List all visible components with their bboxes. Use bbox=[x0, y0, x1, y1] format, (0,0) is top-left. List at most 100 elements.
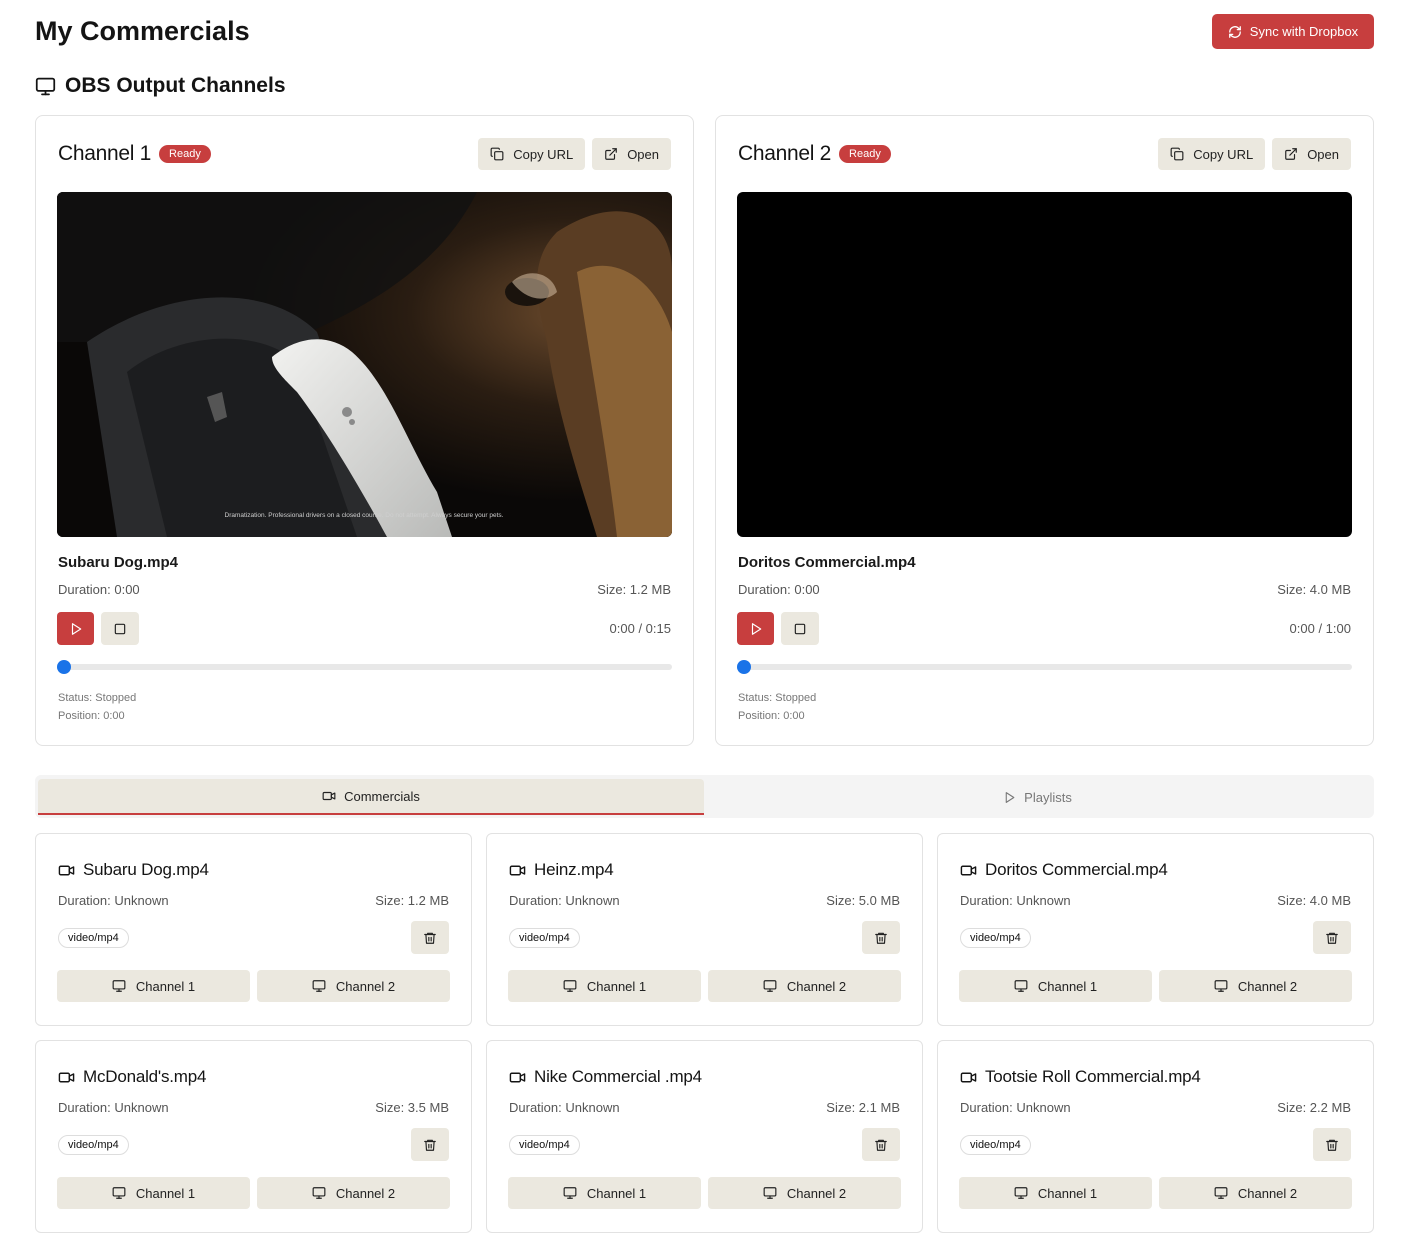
play-button[interactable] bbox=[737, 612, 774, 645]
video-preview[interactable] bbox=[737, 192, 1352, 537]
assign-label: Channel 2 bbox=[335, 978, 396, 994]
assign-channel-2-button[interactable]: Channel 2 bbox=[708, 970, 901, 1002]
assign-label: Channel 2 bbox=[786, 1185, 847, 1201]
delete-button[interactable] bbox=[1313, 1128, 1351, 1161]
seek-thumb[interactable] bbox=[737, 660, 751, 674]
monitor-icon bbox=[312, 979, 326, 993]
monitor-icon bbox=[763, 979, 777, 993]
assign-channel-1-button[interactable]: Channel 1 bbox=[959, 1177, 1152, 1209]
assign-channel-2-button[interactable]: Channel 2 bbox=[257, 1177, 450, 1209]
stop-button[interactable] bbox=[101, 612, 139, 645]
seek-slider[interactable] bbox=[737, 660, 1352, 674]
assign-label: Channel 2 bbox=[1237, 1185, 1298, 1201]
open-label: Open bbox=[1307, 146, 1339, 162]
assign-label: Channel 1 bbox=[586, 1185, 647, 1201]
assign-channel-1-button[interactable]: Channel 1 bbox=[959, 970, 1152, 1002]
monitor-icon bbox=[1014, 979, 1028, 993]
stop-button[interactable] bbox=[781, 612, 819, 645]
commercial-size: Size: 2.2 MB bbox=[1277, 1100, 1351, 1115]
assign-channel-1-button[interactable]: Channel 1 bbox=[57, 970, 250, 1002]
assign-label: Channel 2 bbox=[335, 1185, 396, 1201]
monitor-icon bbox=[563, 1186, 577, 1200]
mime-badge: video/mp4 bbox=[58, 928, 129, 948]
copy-icon bbox=[490, 147, 504, 161]
assign-channel-2-button[interactable]: Channel 2 bbox=[1159, 1177, 1352, 1209]
external-link-icon bbox=[1284, 147, 1298, 161]
commercial-size: Size: 1.2 MB bbox=[375, 893, 449, 908]
video-camera-icon bbox=[960, 862, 977, 879]
trash-icon bbox=[874, 931, 888, 945]
commercial-duration: Duration: Unknown bbox=[509, 893, 620, 908]
play-button[interactable] bbox=[57, 612, 94, 645]
commercial-duration: Duration: Unknown bbox=[960, 1100, 1071, 1115]
commercial-title: Heinz.mp4 bbox=[534, 860, 614, 879]
commercial-size: Size: 5.0 MB bbox=[826, 893, 900, 908]
duration-text: Duration: 0:00 bbox=[738, 582, 820, 597]
assign-channel-1-button[interactable]: Channel 1 bbox=[508, 970, 701, 1002]
sync-dropbox-label: Sync with Dropbox bbox=[1249, 24, 1359, 39]
copy-url-button[interactable]: Copy URL bbox=[1158, 138, 1266, 170]
assign-channel-2-button[interactable]: Channel 2 bbox=[1159, 970, 1352, 1002]
copy-url-button[interactable]: Copy URL bbox=[478, 138, 586, 170]
assign-label: Channel 2 bbox=[786, 978, 847, 994]
trash-icon bbox=[1325, 931, 1339, 945]
status-text: Status: Stopped bbox=[58, 692, 137, 704]
delete-button[interactable] bbox=[1313, 921, 1351, 954]
position-text: Position: 0:00 bbox=[58, 710, 125, 722]
tab-commercials[interactable]: Commercials bbox=[38, 779, 704, 815]
status-text: Status: Stopped bbox=[738, 692, 817, 704]
stop-icon bbox=[793, 622, 807, 636]
commercial-size: Size: 3.5 MB bbox=[375, 1100, 449, 1115]
trash-icon bbox=[1325, 1138, 1339, 1152]
monitor-icon bbox=[1214, 979, 1228, 993]
commercial-title: Subaru Dog.mp4 bbox=[83, 860, 209, 879]
copy-icon bbox=[1170, 147, 1184, 161]
channel-name: Channel 2 bbox=[738, 142, 832, 165]
delete-button[interactable] bbox=[862, 1128, 900, 1161]
video-camera-icon bbox=[322, 789, 336, 803]
commercial-title: Tootsie Roll Commercial.mp4 bbox=[985, 1067, 1201, 1086]
trash-icon bbox=[423, 931, 437, 945]
assign-label: Channel 1 bbox=[586, 978, 647, 994]
seek-slider[interactable] bbox=[57, 660, 672, 674]
assign-channel-2-button[interactable]: Channel 2 bbox=[708, 1177, 901, 1209]
sync-dropbox-button[interactable]: Sync with Dropbox bbox=[1212, 14, 1374, 49]
commercial-duration: Duration: Unknown bbox=[509, 1100, 620, 1115]
channel-name: Channel 1 bbox=[58, 142, 152, 165]
mime-badge: video/mp4 bbox=[509, 928, 580, 948]
monitor-icon bbox=[1214, 1186, 1228, 1200]
assign-channel-2-button[interactable]: Channel 2 bbox=[257, 970, 450, 1002]
monitor-icon bbox=[563, 979, 577, 993]
open-button[interactable]: Open bbox=[592, 138, 671, 170]
mime-badge: video/mp4 bbox=[509, 1135, 580, 1155]
commercial-title: Doritos Commercial.mp4 bbox=[985, 860, 1168, 879]
tab-label: Commercials bbox=[344, 788, 420, 804]
delete-button[interactable] bbox=[411, 1128, 449, 1161]
monitor-icon bbox=[35, 76, 56, 97]
current-file-name: Doritos Commercial.mp4 bbox=[738, 554, 916, 571]
stop-icon bbox=[113, 622, 127, 636]
delete-button[interactable] bbox=[411, 921, 449, 954]
assign-channel-1-button[interactable]: Channel 1 bbox=[508, 1177, 701, 1209]
video-frame: Dramatization. Professional drivers on a… bbox=[57, 192, 672, 537]
open-button[interactable]: Open bbox=[1272, 138, 1351, 170]
tab-playlists[interactable]: Playlists bbox=[704, 779, 1371, 815]
delete-button[interactable] bbox=[862, 921, 900, 954]
seek-thumb[interactable] bbox=[57, 660, 71, 674]
play-icon bbox=[69, 622, 83, 636]
commercial-title: Nike Commercial .mp4 bbox=[534, 1067, 702, 1086]
section-title-text: OBS Output Channels bbox=[65, 74, 286, 97]
video-camera-icon bbox=[58, 862, 75, 879]
status-badge: Ready bbox=[159, 145, 211, 163]
commercial-card: McDonald's.mp4 Duration: Unknown Size: 3… bbox=[35, 1040, 472, 1233]
commercial-duration: Duration: Unknown bbox=[960, 893, 1071, 908]
trash-icon bbox=[423, 1138, 437, 1152]
commercial-duration: Duration: Unknown bbox=[58, 1100, 169, 1115]
commercial-card: Heinz.mp4 Duration: Unknown Size: 5.0 MB… bbox=[486, 833, 923, 1026]
external-link-icon bbox=[604, 147, 618, 161]
copy-url-label: Copy URL bbox=[513, 146, 574, 162]
commercial-card: Doritos Commercial.mp4 Duration: Unknown… bbox=[937, 833, 1374, 1026]
assign-channel-1-button[interactable]: Channel 1 bbox=[57, 1177, 250, 1209]
video-preview[interactable]: Dramatization. Professional drivers on a… bbox=[57, 192, 672, 537]
tab-label: Playlists bbox=[1024, 789, 1072, 805]
